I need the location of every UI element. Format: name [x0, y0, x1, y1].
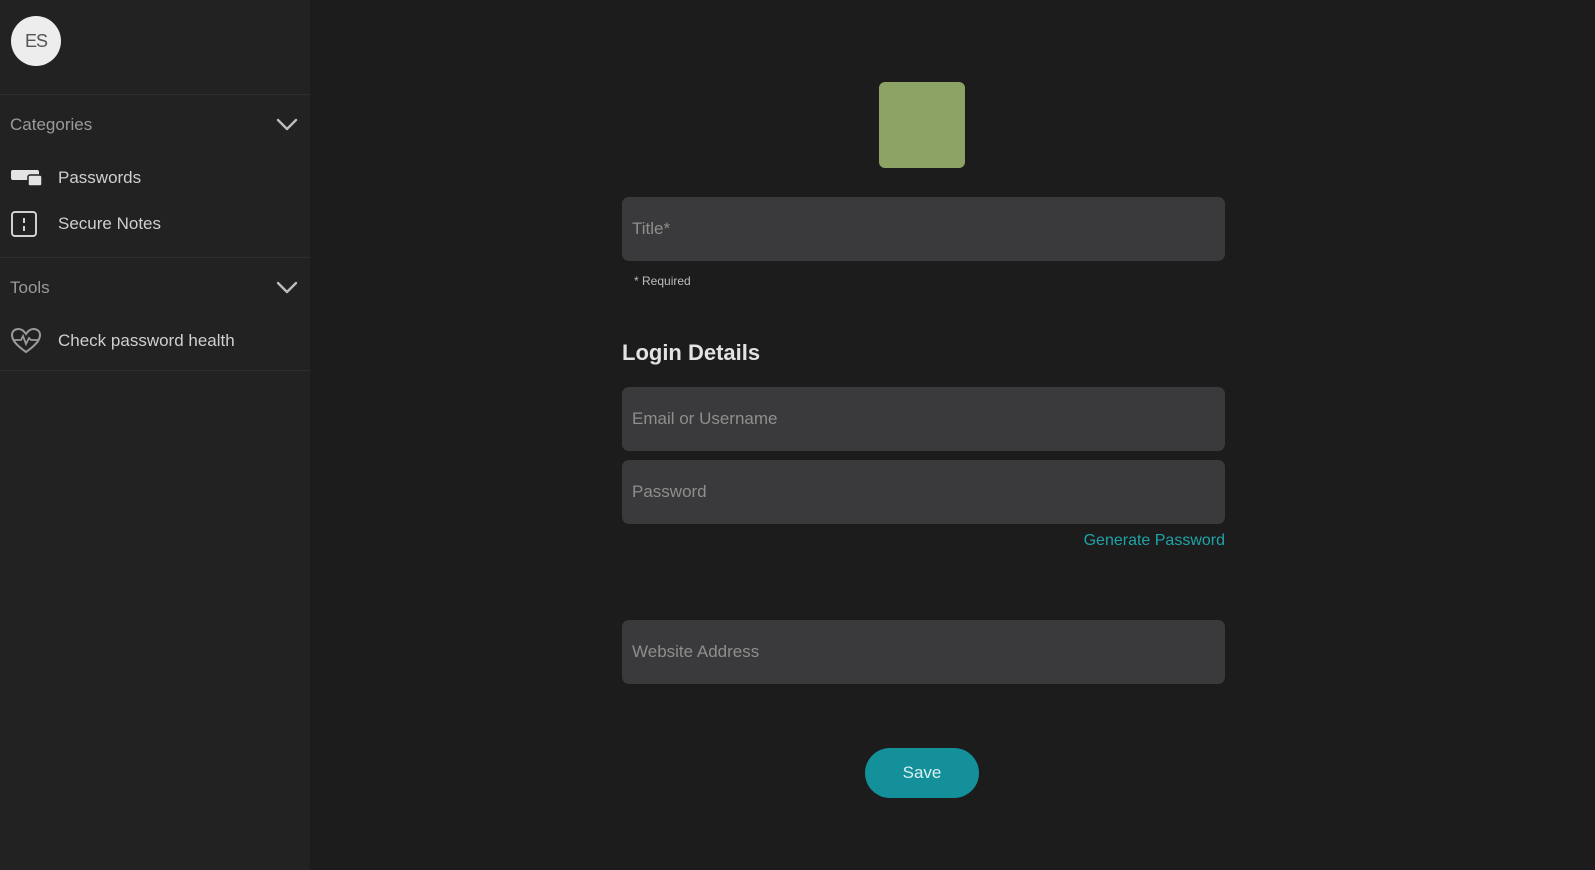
title-input[interactable] — [622, 197, 1225, 261]
sidebar-item-label: Passwords — [58, 168, 142, 187]
sidebar-item-passwords[interactable]: Passwords — [0, 155, 310, 201]
sidebar: ES Categories Passwords Secure Notes Too… — [0, 0, 310, 870]
required-note: * Required — [634, 274, 691, 288]
item-icon-tile[interactable] — [879, 82, 965, 168]
sidebar-item-label: Secure Notes — [58, 214, 161, 233]
sidebar-item-label: Check password health — [58, 331, 235, 350]
generate-password-link[interactable]: Generate Password — [1050, 532, 1225, 550]
app-window: ES Categories Passwords Secure Notes Too… — [0, 0, 1595, 870]
password-input[interactable] — [622, 460, 1225, 524]
save-button[interactable]: Save — [865, 748, 979, 798]
credit-card-icon — [10, 165, 44, 191]
username-input[interactable] — [622, 387, 1225, 451]
sidebar-item-secure-notes[interactable]: Secure Notes — [0, 201, 310, 247]
note-icon — [10, 211, 44, 237]
tools-title: Tools — [10, 278, 50, 297]
chevron-down-icon[interactable] — [274, 112, 300, 138]
heartbeat-icon — [10, 327, 44, 354]
categories-header[interactable]: Categories — [0, 95, 310, 155]
tools-header[interactable]: Tools — [0, 258, 310, 318]
item-form: * Required Login Details Generate Passwo… — [310, 0, 1595, 870]
sidebar-item-check-password-health[interactable]: Check password health — [0, 318, 310, 364]
categories-section: Categories Passwords Secure Notes — [0, 95, 310, 257]
chevron-down-icon[interactable] — [274, 275, 300, 301]
sidebar-divider — [0, 370, 310, 371]
login-details-heading: Login Details — [622, 340, 761, 365]
categories-title: Categories — [10, 115, 93, 134]
sidebar-header: ES — [0, 0, 310, 95]
website-input[interactable] — [622, 620, 1225, 684]
tools-section: Tools Check password health — [0, 258, 310, 370]
avatar[interactable]: ES — [11, 16, 61, 66]
